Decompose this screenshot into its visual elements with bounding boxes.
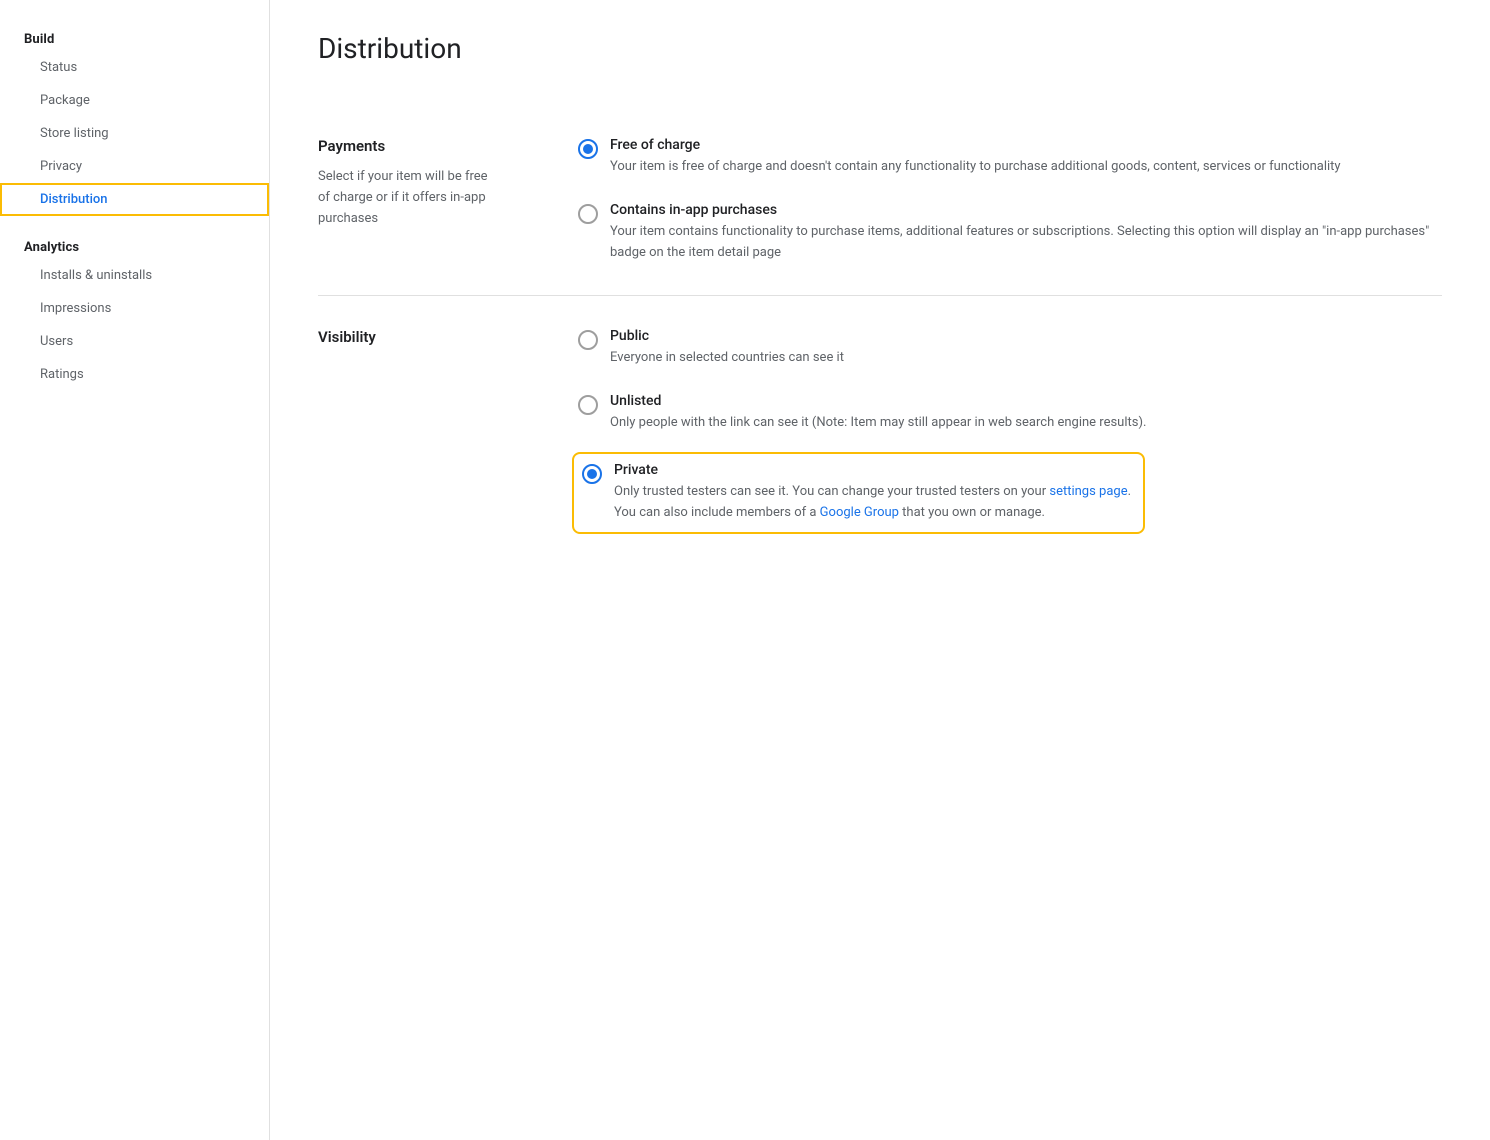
visibility-option-unlisted[interactable]: Unlisted Only people with the link can s… — [578, 393, 1442, 434]
payments-section: Payments Select if your item will be fre… — [318, 105, 1442, 296]
radio-wrapper-free — [578, 139, 598, 159]
radio-private-desc-prefix: Only trusted testers can see it. You can… — [614, 484, 1049, 499]
google-group-link[interactable]: Google Group — [820, 505, 899, 520]
radio-private-content: Private Only trusted testers can see it.… — [614, 462, 1131, 524]
radio-unlisted-desc: Only people with the link can see it (No… — [610, 413, 1442, 434]
radio-private-desc: Only trusted testers can see it. You can… — [614, 482, 1131, 524]
radio-public-content: Public Everyone in selected countries ca… — [610, 328, 1442, 369]
payments-option-inapp[interactable]: Contains in-app purchases Your item cont… — [578, 202, 1442, 264]
radio-unlisted[interactable] — [578, 395, 598, 415]
sidebar-item-ratings[interactable]: Ratings — [0, 358, 253, 391]
sidebar-item-privacy[interactable]: Privacy — [0, 150, 253, 183]
sidebar-item-status[interactable]: Status — [0, 51, 253, 84]
visibility-label-area: Visibility — [318, 328, 498, 527]
radio-wrapper-private — [582, 464, 602, 484]
radio-private-label: Private — [614, 462, 1131, 478]
sidebar-item-impressions[interactable]: Impressions — [0, 292, 253, 325]
sidebar: Build Status Package Store listing Priva… — [0, 0, 270, 1140]
sidebar-section-build: Build — [0, 24, 269, 51]
radio-inapp-content: Contains in-app purchases Your item cont… — [610, 202, 1442, 264]
radio-free-content: Free of charge Your item is free of char… — [610, 137, 1442, 178]
visibility-option-public[interactable]: Public Everyone in selected countries ca… — [578, 328, 1442, 369]
payments-description: Select if your item will be free of char… — [318, 167, 498, 229]
radio-private[interactable] — [582, 464, 602, 484]
radio-wrapper-public — [578, 330, 598, 350]
payments-options: Free of charge Your item is free of char… — [578, 137, 1442, 263]
visibility-options: Public Everyone in selected countries ca… — [578, 328, 1442, 527]
radio-unlisted-content: Unlisted Only people with the link can s… — [610, 393, 1442, 434]
sidebar-item-store-listing[interactable]: Store listing — [0, 117, 253, 150]
radio-unlisted-label: Unlisted — [610, 393, 1442, 409]
radio-private-desc-suffix: that you own or manage. — [899, 505, 1045, 520]
payments-heading: Payments — [318, 137, 498, 155]
radio-wrapper-unlisted — [578, 395, 598, 415]
radio-inapp-label: Contains in-app purchases — [610, 202, 1442, 218]
visibility-option-private[interactable]: Private Only trusted testers can see it.… — [578, 458, 1139, 528]
settings-page-link[interactable]: settings page — [1049, 484, 1127, 499]
payments-option-free[interactable]: Free of charge Your item is free of char… — [578, 137, 1442, 178]
visibility-section: Visibility Public Everyone in selected c… — [318, 296, 1442, 559]
visibility-heading: Visibility — [318, 328, 498, 346]
radio-free-label: Free of charge — [610, 137, 1442, 153]
sidebar-item-users[interactable]: Users — [0, 325, 253, 358]
radio-public-desc: Everyone in selected countries can see i… — [610, 348, 1442, 369]
sidebar-section-analytics: Analytics — [0, 232, 269, 259]
radio-public[interactable] — [578, 330, 598, 350]
radio-wrapper-inapp — [578, 204, 598, 224]
sidebar-item-installs-uninstalls[interactable]: Installs & uninstalls — [0, 259, 253, 292]
radio-free-desc: Your item is free of charge and doesn't … — [610, 157, 1442, 178]
radio-free[interactable] — [578, 139, 598, 159]
sidebar-item-distribution[interactable]: Distribution — [0, 183, 269, 216]
radio-public-label: Public — [610, 328, 1442, 344]
radio-inapp-desc: Your item contains functionality to purc… — [610, 222, 1442, 264]
radio-inapp[interactable] — [578, 204, 598, 224]
sidebar-item-package[interactable]: Package — [0, 84, 253, 117]
payments-label-area: Payments Select if your item will be fre… — [318, 137, 498, 263]
page-title: Distribution — [318, 32, 1442, 65]
main-content: Distribution Payments Select if your ite… — [270, 0, 1490, 1140]
